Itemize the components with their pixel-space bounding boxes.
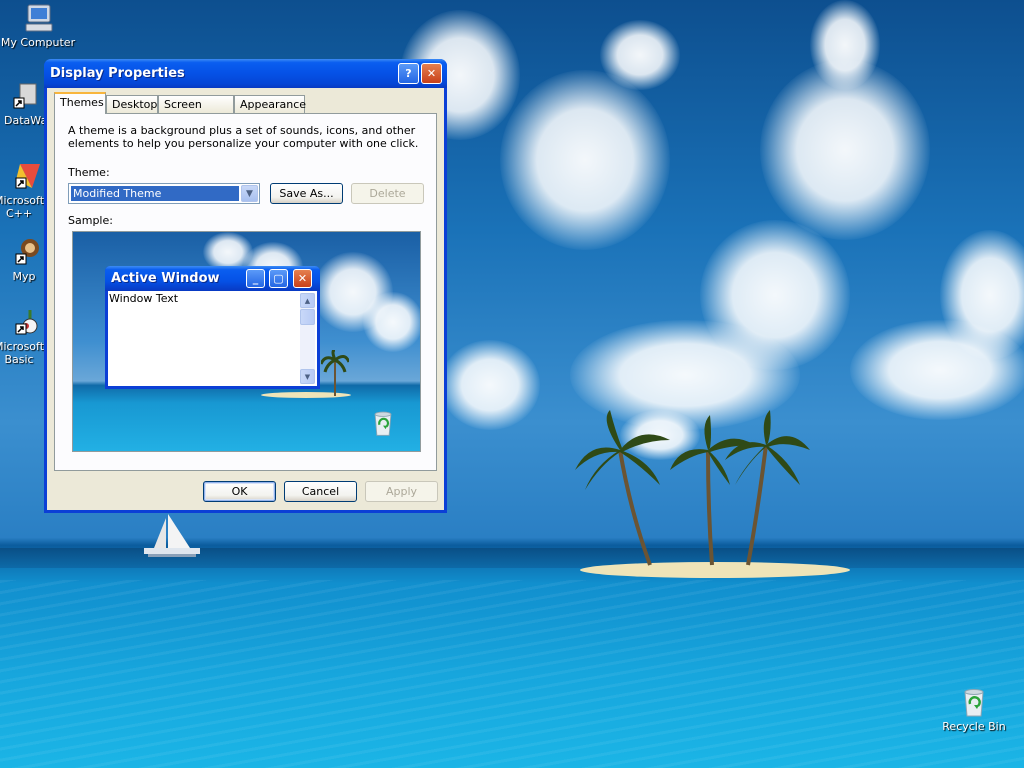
sample-active-window: Active Window _ ▢ ✕ Window Text ▲ ▼ — [105, 266, 320, 389]
cancel-button[interactable]: Cancel — [284, 481, 357, 502]
cloud — [810, 0, 880, 90]
apply-button[interactable]: Apply — [365, 481, 438, 502]
palm-tree-image — [321, 350, 349, 396]
shortcut-icon — [15, 239, 39, 265]
cloud — [363, 292, 420, 352]
visual-cpp-icon — [15, 164, 40, 189]
delete-button[interactable]: Delete — [351, 183, 424, 204]
desktop-icon-myp[interactable]: Myp — [0, 236, 48, 283]
recycle-bin-icon — [964, 689, 984, 717]
desktop-icon-label: Recycle Bin — [942, 720, 1006, 733]
my-computer-icon — [25, 4, 53, 32]
theme-description: A theme is a background plus a set of so… — [68, 124, 419, 150]
recycle-bin-icon — [374, 411, 392, 436]
theme-sample-preview: Active Window _ ▢ ✕ Window Text ▲ ▼ — [72, 231, 421, 452]
water — [0, 580, 1024, 768]
ok-button[interactable]: OK — [203, 481, 276, 502]
cloud — [500, 70, 670, 250]
close-icon: ✕ — [426, 67, 437, 80]
sailboat-image — [144, 514, 200, 557]
sample-label: Sample: — [68, 214, 113, 227]
scroll-up-icon: ▲ — [300, 293, 315, 308]
desktop-icon-label: Microsoft C++ — [0, 194, 45, 220]
theme-select[interactable]: Modified Theme ▼ — [68, 183, 260, 204]
sample-window-title: Active Window — [111, 271, 220, 286]
theme-label: Theme: — [68, 166, 110, 179]
cloud — [600, 20, 680, 90]
cloud — [440, 340, 540, 430]
shortcut-icon — [13, 83, 37, 109]
desktop-icon-microsoft-cpp[interactable]: Microsoft C++ — [0, 160, 48, 220]
sample-title-bar: Active Window _ ▢ ✕ — [105, 266, 320, 291]
sample-window-text: Window Text — [109, 292, 179, 305]
desktop-icon-label: DataWa — [4, 114, 48, 127]
tab-themes[interactable]: Themes — [54, 92, 106, 114]
close-button[interactable]: ✕ — [421, 63, 442, 84]
tab-screen-saver[interactable]: Screen Saver — [158, 95, 234, 124]
help-icon: ? — [405, 67, 412, 80]
desktop-icon-datawa[interactable]: DataWa — [0, 80, 48, 127]
chevron-down-icon[interactable]: ▼ — [241, 185, 258, 202]
sample-scrollbar: ▲ ▼ — [300, 293, 315, 384]
desktop-icon-my-computer[interactable]: My Computer — [0, 2, 76, 49]
sample-window-body: Window Text ▲ ▼ — [108, 291, 317, 386]
minimize-icon: _ — [246, 269, 265, 288]
tab-desktop[interactable]: Desktop — [106, 95, 158, 113]
tab-label: Desktop — [112, 98, 158, 111]
window-title: Display Properties — [50, 66, 185, 81]
tab-label: Themes — [60, 96, 104, 109]
desktop-icon-microsoft-basic[interactable]: Microsoft Basic — [0, 306, 48, 366]
scroll-thumb — [300, 309, 315, 325]
tab-appearance[interactable]: Appearance — [234, 95, 307, 113]
dialog-body: Themes Desktop Screen Saver Appearance A… — [47, 88, 444, 510]
title-bar[interactable]: Display Properties ? ✕ — [44, 59, 447, 88]
display-properties-window: Display Properties ? ✕ Themes Desktop Sc… — [44, 59, 447, 513]
desktop-icon-recycle-bin[interactable]: Recycle Bin — [936, 686, 1012, 733]
palm-trees-image — [575, 410, 810, 566]
desktop-icon-label: My Computer — [0, 36, 76, 49]
close-icon: ✕ — [293, 269, 312, 288]
theme-select-value: Modified Theme — [70, 185, 240, 202]
scroll-down-icon: ▼ — [300, 369, 315, 384]
maximize-icon: ▢ — [269, 269, 288, 288]
save-as-button[interactable]: Save As... — [270, 183, 343, 204]
desktop-icon-label: Microsoft Basic — [0, 340, 45, 366]
tab-label: Appearance — [240, 98, 307, 111]
cloud — [850, 320, 1024, 420]
desktop-icon-label: Myp — [12, 270, 36, 283]
themes-panel: A theme is a background plus a set of so… — [54, 113, 437, 471]
visual-basic-icon — [15, 310, 38, 335]
help-button[interactable]: ? — [398, 63, 419, 84]
